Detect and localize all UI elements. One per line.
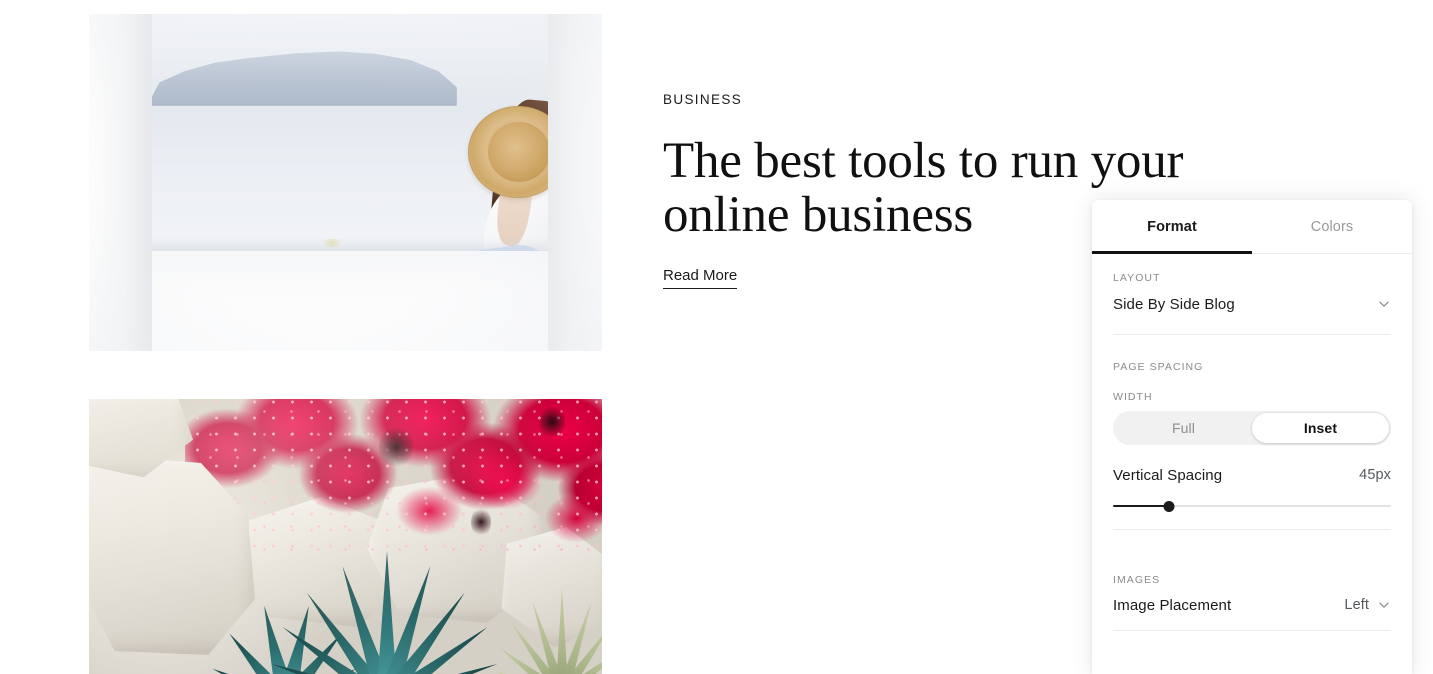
- photo-sun-glow: [89, 399, 602, 674]
- page-spacing-section-label: PAGE SPACING: [1113, 361, 1204, 373]
- width-option-full[interactable]: Full: [1115, 413, 1252, 443]
- tab-colors-label: Colors: [1310, 218, 1354, 235]
- layout-select-row[interactable]: Side By Side Blog: [1113, 284, 1391, 324]
- vertical-spacing-value: 45px: [1359, 467, 1391, 483]
- panel-content: LAYOUT Side By Side Blog PAGE SPACING WI…: [1092, 254, 1412, 631]
- tab-colors[interactable]: Colors: [1252, 200, 1412, 253]
- images-section-label: IMAGES: [1113, 574, 1161, 586]
- tab-format-label: Format: [1147, 218, 1197, 235]
- layout-select-value: Side By Side Blog: [1113, 295, 1235, 313]
- slider-fill: [1113, 505, 1169, 507]
- section-divider: [1113, 630, 1391, 631]
- width-option-inset[interactable]: Inset: [1252, 413, 1389, 443]
- chevron-down-icon: [1377, 598, 1391, 612]
- bougainvillea-photo: [89, 399, 602, 674]
- app-root: BUSINESS The best tools to run your onli…: [0, 0, 1433, 674]
- vertical-spacing-label: Vertical Spacing: [1113, 466, 1223, 484]
- blog-post-read-more-link[interactable]: Read More: [663, 266, 738, 289]
- width-label: WIDTH: [1113, 391, 1153, 403]
- image-placement-value: Left: [1344, 597, 1369, 613]
- block-settings-panel: Format Colors LAYOUT Side By Side Blog P…: [1092, 200, 1412, 674]
- tab-format[interactable]: Format: [1092, 200, 1252, 254]
- image-placement-row[interactable]: Image Placement Left: [1113, 586, 1391, 624]
- vertical-spacing-row: Vertical Spacing 45px: [1113, 457, 1391, 493]
- width-option-full-label: Full: [1172, 420, 1195, 436]
- image-placement-label: Image Placement: [1113, 596, 1232, 614]
- blog-post-category[interactable]: BUSINESS: [663, 92, 1363, 108]
- width-segmented-control: Full Inset: [1113, 411, 1391, 445]
- layout-section-label: LAYOUT: [1113, 272, 1161, 284]
- blog-post-image[interactable]: [89, 399, 602, 674]
- slider-thumb[interactable]: [1163, 500, 1175, 512]
- chevron-down-icon: [1377, 297, 1391, 311]
- santorini-photo: [89, 14, 602, 351]
- photo-vignette: [89, 14, 602, 351]
- width-option-inset-label: Inset: [1303, 420, 1338, 436]
- panel-tab-bar: Format Colors: [1092, 200, 1412, 254]
- blog-post-image[interactable]: [89, 14, 602, 351]
- vertical-spacing-slider[interactable]: [1113, 493, 1391, 519]
